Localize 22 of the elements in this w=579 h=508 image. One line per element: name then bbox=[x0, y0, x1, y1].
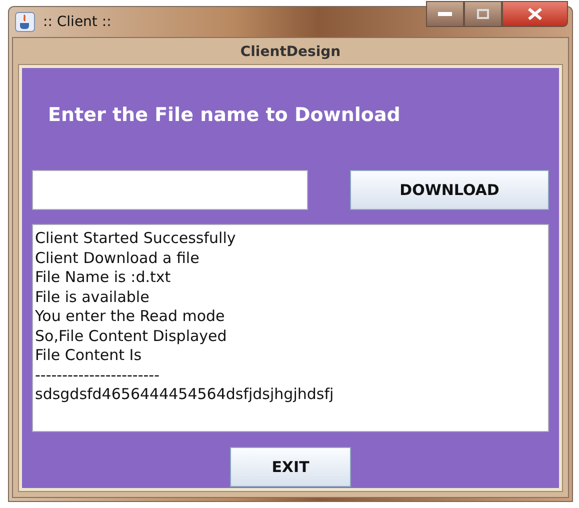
close-icon bbox=[527, 8, 543, 20]
log-line: You enter the Read mode bbox=[35, 307, 226, 326]
log-line: ----------------------- bbox=[35, 366, 160, 385]
cup-icon bbox=[15, 12, 35, 32]
maximize-button[interactable] bbox=[464, 1, 502, 27]
exit-button[interactable]: EXIT bbox=[230, 447, 351, 487]
panel-title: ClientDesign bbox=[239, 43, 342, 62]
file-name-field[interactable] bbox=[32, 170, 308, 210]
minimize-icon bbox=[438, 12, 452, 16]
log-line: So,File Content Displayed bbox=[35, 326, 228, 346]
close-button[interactable] bbox=[502, 1, 568, 27]
log-line: File Content Is bbox=[35, 346, 143, 366]
log-line: sdsgdsfd4656444454564dsfjdsjhgjhdsfj bbox=[35, 385, 335, 404]
log-line: Client Started Successfully bbox=[35, 229, 237, 248]
log-line: Client Download a file bbox=[35, 248, 200, 268]
download-button[interactable]: DOWNLOAD bbox=[350, 170, 549, 210]
maximize-icon bbox=[477, 9, 489, 19]
window-title: :: Client :: bbox=[43, 14, 112, 30]
heading: Enter the File name to Download bbox=[47, 103, 402, 128]
log-line: File Name is :d.txt bbox=[35, 268, 172, 288]
minimize-button[interactable] bbox=[426, 1, 464, 27]
log-line: File is available bbox=[35, 288, 150, 307]
